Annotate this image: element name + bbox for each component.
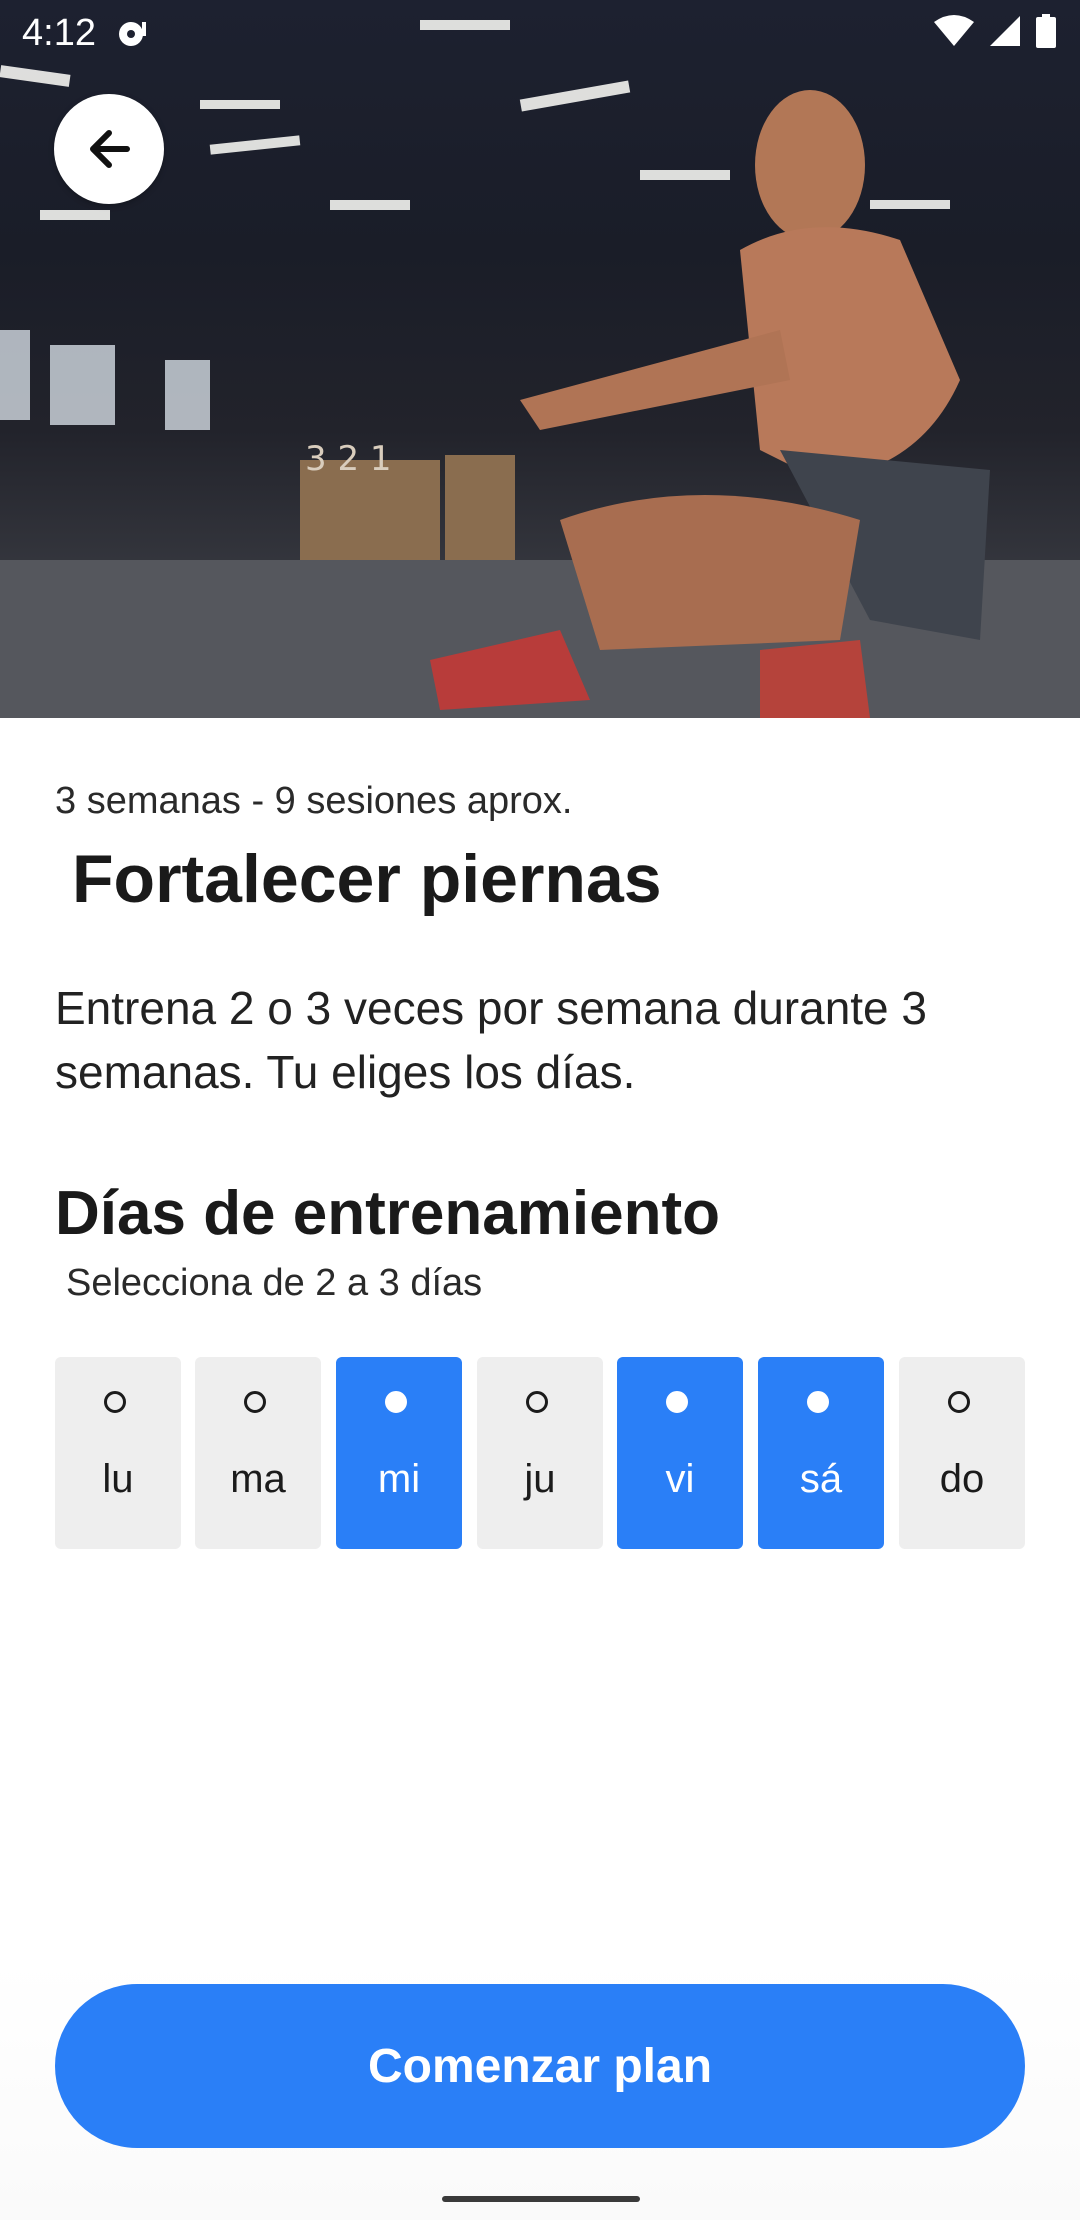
day-toggle-ju[interactable]: ju bbox=[477, 1357, 603, 1549]
radio-indicator-icon bbox=[104, 1391, 126, 1413]
plan-meta: 3 semanas - 9 sesiones aprox. bbox=[55, 780, 573, 822]
day-label: mi bbox=[377, 1457, 421, 1501]
day-label: lu bbox=[102, 1457, 134, 1501]
day-toggle-ma[interactable]: ma bbox=[195, 1357, 321, 1549]
gym-photo-illustration: 3 2 1 bbox=[0, 20, 1080, 718]
day-label: ma bbox=[230, 1457, 286, 1501]
status-bar: 4:12 bbox=[0, 0, 1080, 66]
training-days-subtitle: Selecciona de 2 a 3 días bbox=[66, 1262, 483, 1304]
wifi-icon bbox=[934, 15, 974, 46]
day-toggle-sa[interactable]: sá bbox=[758, 1357, 884, 1549]
day-toggle-vi[interactable]: vi bbox=[617, 1357, 743, 1549]
plan-description: Entrena 2 o 3 veces por semana durante 3… bbox=[55, 982, 928, 1098]
radio-indicator-icon bbox=[666, 1391, 688, 1413]
day-toggle-lu[interactable]: lu bbox=[55, 1357, 181, 1549]
hero-image: 3 2 1 bbox=[0, 0, 1080, 718]
day-label: vi bbox=[665, 1457, 695, 1501]
radio-indicator-icon bbox=[526, 1391, 548, 1413]
svg-text:3 2 1: 3 2 1 bbox=[305, 439, 392, 479]
day-toggle-mi[interactable]: mi bbox=[336, 1357, 462, 1549]
back-button[interactable] bbox=[54, 94, 164, 204]
day-label: ju bbox=[524, 1457, 556, 1501]
arrow-left-icon bbox=[90, 130, 130, 168]
gesture-nav-handle[interactable] bbox=[442, 2196, 640, 2202]
radio-indicator-icon bbox=[385, 1391, 407, 1413]
radio-indicator-icon bbox=[948, 1391, 970, 1413]
training-days-title: Días de entrenamiento bbox=[55, 1179, 720, 1248]
status-time: 4:12 bbox=[22, 12, 96, 54]
start-plan-button[interactable]: Comenzar plan bbox=[55, 1984, 1025, 2148]
day-toggle-do[interactable]: do bbox=[899, 1357, 1025, 1549]
cellular-signal-icon bbox=[990, 16, 1020, 46]
day-selector: lu ma mi ju vi sá do bbox=[55, 1357, 1025, 1549]
media-notification-icon bbox=[119, 22, 146, 46]
day-label: sá bbox=[799, 1457, 843, 1501]
radio-indicator-icon bbox=[807, 1391, 829, 1413]
day-label: do bbox=[939, 1457, 985, 1501]
battery-icon bbox=[1036, 14, 1056, 48]
radio-indicator-icon bbox=[244, 1391, 266, 1413]
start-plan-label: Comenzar plan bbox=[367, 2039, 713, 2093]
plan-title: Fortalecer piernas bbox=[72, 841, 662, 917]
